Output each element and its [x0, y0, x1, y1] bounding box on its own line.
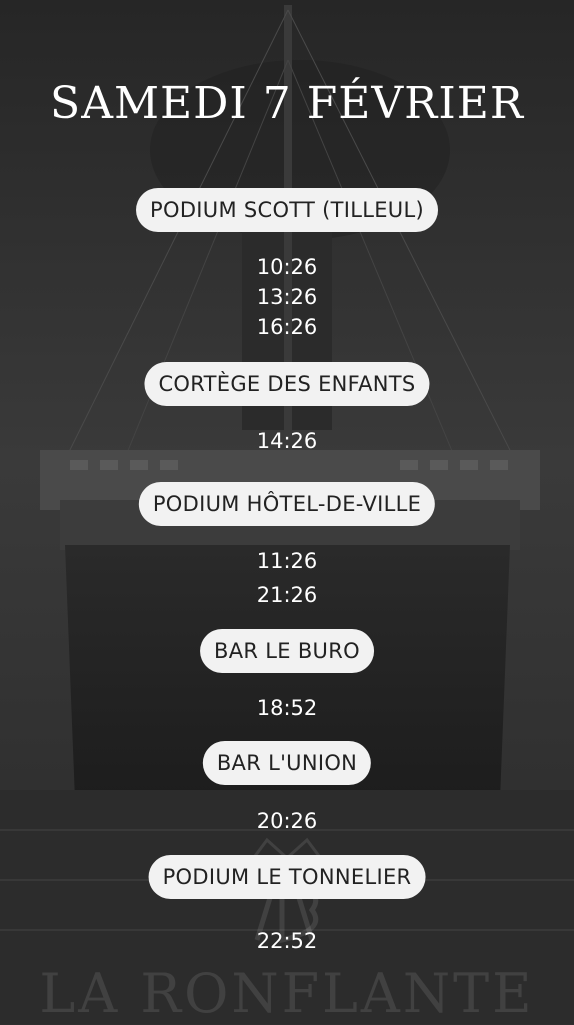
page-title: SAMEDI 7 FÉVRIER [50, 78, 524, 129]
schedule-time: 20:26 [256, 809, 318, 833]
venue-badge-podium-hotel-de-ville: PODIUM HÔTEL-DE-VILLE [138, 482, 436, 526]
venue-badge-cortege-des-enfants: CORTÈGE DES ENFANTS [144, 362, 430, 406]
venue-badge-podium-scott: PODIUM SCOTT (TILLEUL) [136, 188, 438, 232]
schedule-time: 10:26 [256, 255, 318, 279]
schedule-time: 13:26 [256, 285, 318, 309]
venue-badge-bar-l-union: BAR L'UNION [202, 741, 372, 785]
venue-badge-podium-le-tonnelier: PODIUM LE TONNELIER [148, 855, 426, 899]
schedule-time: 22:52 [256, 929, 318, 953]
schedule-time: 14:26 [256, 429, 318, 453]
schedule-time: 21:26 [256, 583, 318, 607]
schedule-time: 18:52 [256, 696, 318, 720]
schedule-time: 16:26 [256, 315, 318, 339]
venue-badge-bar-le-buro: BAR LE BURO [200, 629, 374, 673]
schedule-time: 11:26 [256, 549, 318, 573]
brand-watermark: LA RONFLANTE [39, 962, 535, 1025]
